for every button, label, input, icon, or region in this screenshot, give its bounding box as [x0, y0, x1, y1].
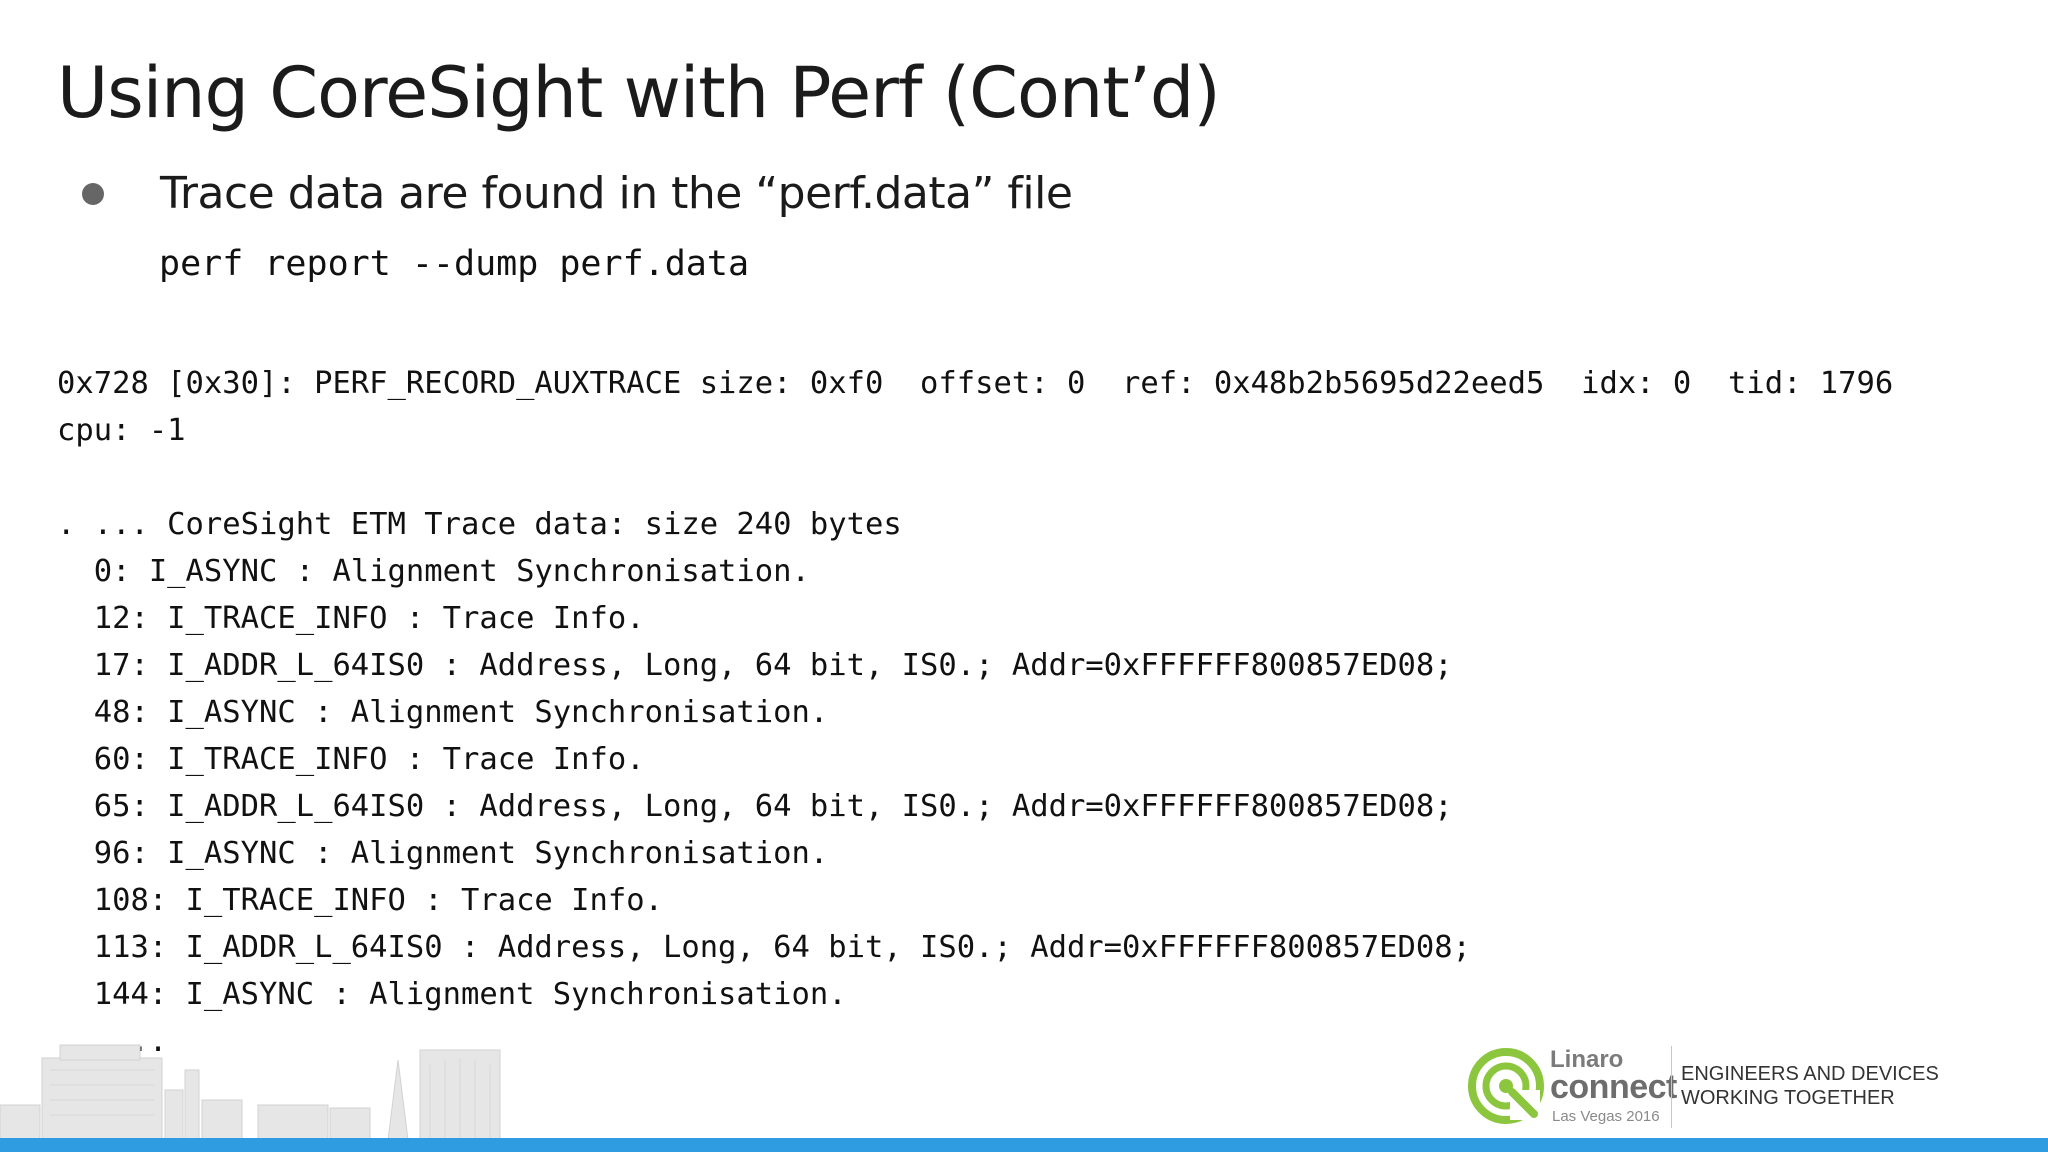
logo-divider: [1671, 1046, 1672, 1128]
command-line: perf report --dump perf.data: [159, 244, 750, 284]
bullet-text: Trace data are found in the “perf.data” …: [160, 168, 1073, 219]
dump-line: 48: I_ASYNC : Alignment Synchronisation.: [57, 695, 829, 730]
dump-line: . ... CoreSight ETM Trace data: size 240…: [57, 507, 902, 542]
dump-line: 108: I_TRACE_INFO : Trace Info.: [57, 883, 663, 918]
logo-connect-text: connect: [1550, 1068, 1677, 1106]
linaro-connect-logo: Linaro connect Las Vegas 2016 ENGINEERS …: [1466, 1046, 1939, 1132]
dump-line: 113: I_ADDR_L_64IS0 : Address, Long, 64 …: [57, 930, 1471, 965]
tagline-line-2: WORKING TOGETHER: [1681, 1087, 1895, 1109]
tagline-line-1: ENGINEERS AND DEVICES: [1681, 1063, 1939, 1085]
bottom-accent-bar: [0, 1138, 2048, 1152]
trace-dump: 0x728 [0x30]: PERF_RECORD_AUXTRACE size:…: [57, 360, 1893, 1065]
slide-title: Using CoreSight with Perf (Cont’d): [57, 52, 1221, 134]
dump-line: 144: I_ASYNC : Alignment Synchronisation…: [57, 977, 847, 1012]
dump-line: 0: I_ASYNC : Alignment Synchronisation.: [57, 554, 810, 589]
dump-line: [57, 454, 1893, 501]
dump-line: 12: I_TRACE_INFO : Trace Info.: [57, 601, 645, 636]
bullet-dot-icon: [82, 182, 104, 205]
bullet-item: Trace data are found in the “perf.data” …: [80, 168, 1073, 219]
dump-line: 65: I_ADDR_L_64IS0 : Address, Long, 64 b…: [57, 789, 1453, 824]
dump-line: 60: I_TRACE_INFO : Trace Info.: [57, 742, 645, 777]
linaro-logo-icon: [1468, 1048, 1544, 1124]
dump-line: cpu: -1: [57, 413, 186, 448]
dump-line: 96: I_ASYNC : Alignment Synchronisation.: [57, 836, 829, 871]
logo-event-text: Las Vegas 2016: [1552, 1108, 1660, 1125]
dump-line: 17: I_ADDR_L_64IS0 : Address, Long, 64 b…: [57, 648, 1453, 683]
tagline: ENGINEERS AND DEVICES WORKING TOGETHER: [1681, 1062, 1939, 1110]
skyline-decoration-icon: [0, 1044, 501, 1140]
dump-line: 0x728 [0x30]: PERF_RECORD_AUXTRACE size:…: [57, 366, 1894, 401]
